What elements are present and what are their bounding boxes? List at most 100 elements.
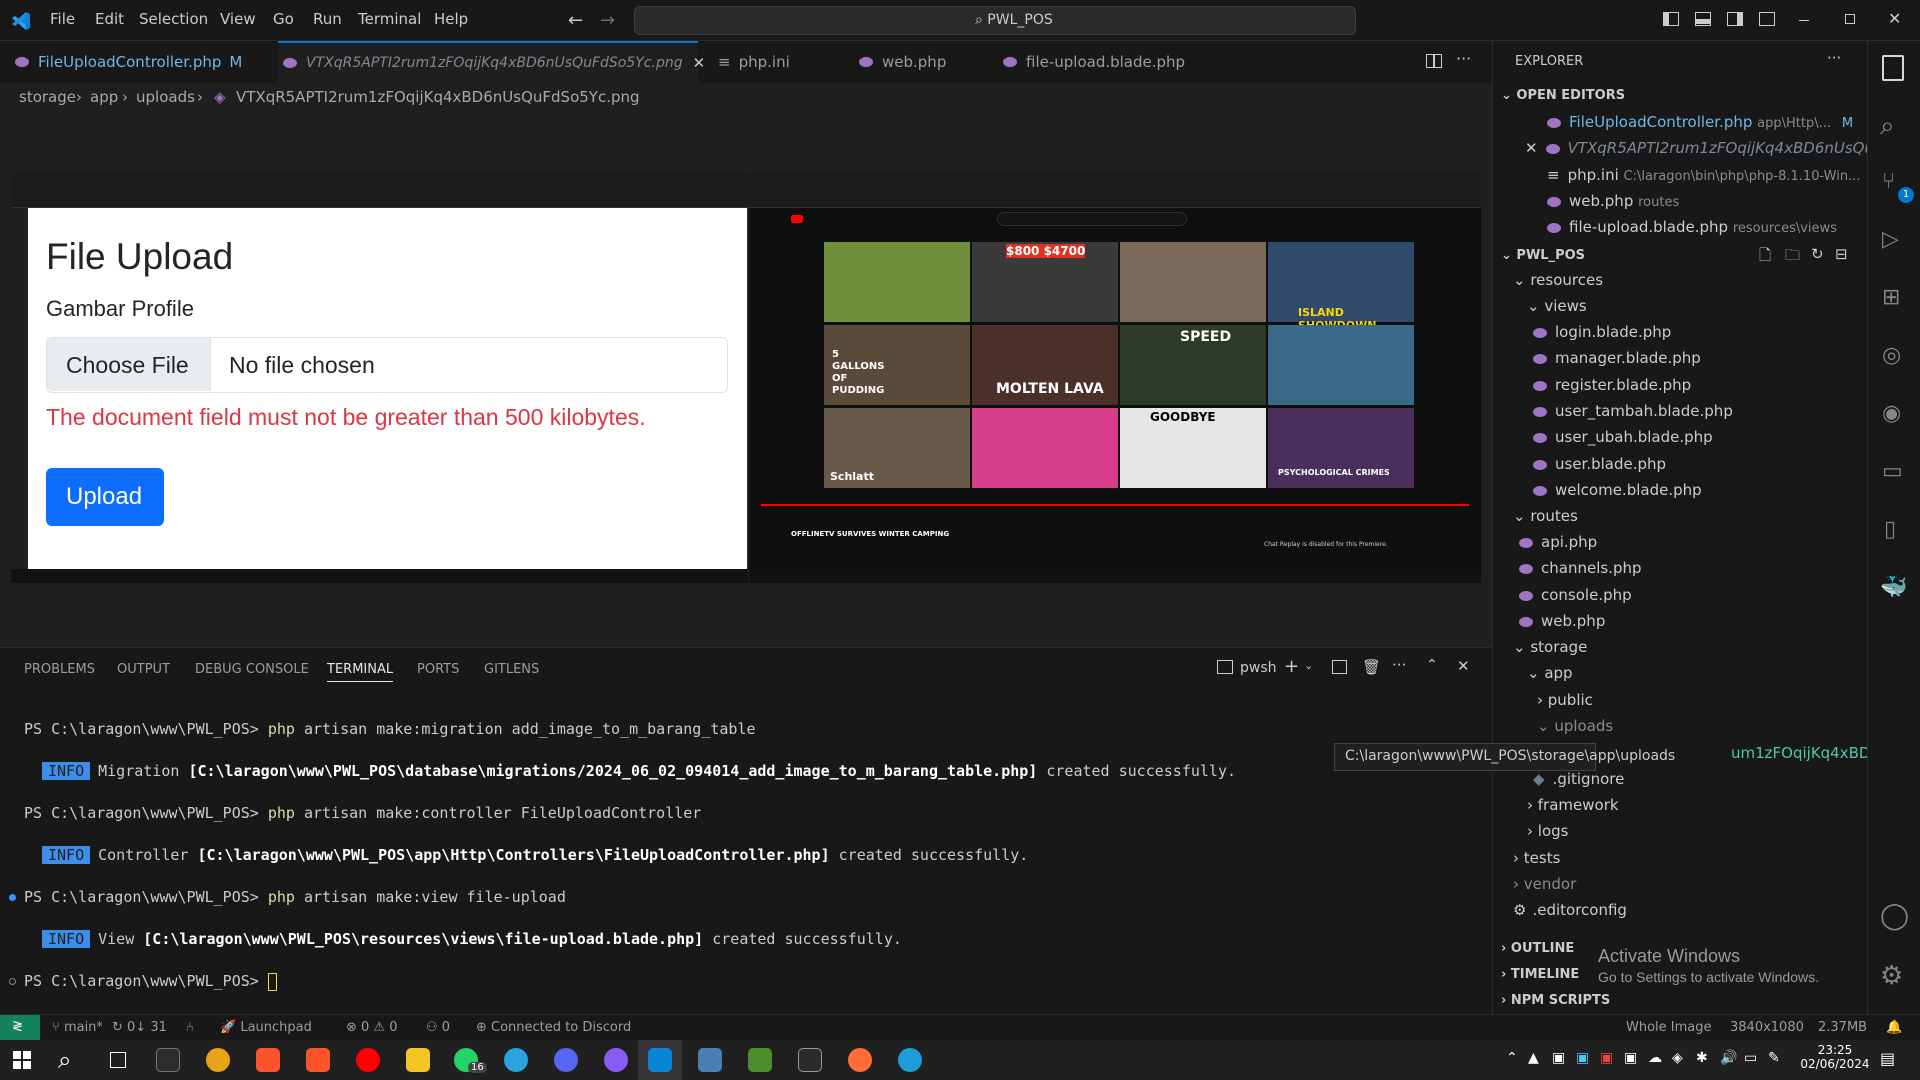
tab-file-upload-blade[interactable]: file-upload.blade.php — [1002, 41, 1222, 83]
new-folder-icon[interactable]: 🗀 — [1785, 245, 1800, 270]
settings-gear-icon[interactable]: ⚙ — [1880, 961, 1903, 991]
brave-icon[interactable] — [306, 1048, 330, 1072]
breadcrumb-storage[interactable]: storage — [19, 88, 76, 106]
close-icon[interactable]: ✕ — [1525, 139, 1538, 157]
youtube-music-icon[interactable] — [356, 1048, 380, 1072]
tree-file[interactable]: web.php — [1519, 612, 1605, 630]
notifications-bell-icon[interactable]: 🔔 — [1886, 1020, 1902, 1035]
cloud-icon[interactable]: ☁ — [1648, 1050, 1662, 1066]
account-icon[interactable]: ◯ — [1880, 901, 1909, 931]
network-icon[interactable]: ▭ — [1744, 1050, 1757, 1066]
tree-folder-uploads[interactable]: ⌄ uploads — [1537, 717, 1613, 735]
open-editors-section[interactable]: ⌄ OPEN EDITORS — [1501, 88, 1625, 103]
tray-app-icon[interactable]: ▣ — [1600, 1050, 1613, 1066]
laragon-icon[interactable] — [898, 1048, 922, 1072]
tree-file[interactable]: user.blade.php — [1533, 455, 1666, 473]
menu-view[interactable]: View — [220, 10, 256, 28]
forward-arrow-icon[interactable]: → — [600, 10, 615, 31]
image-zoom-mode[interactable]: Whole Image — [1626, 1020, 1712, 1035]
telegram-icon[interactable] — [504, 1048, 528, 1072]
refresh-icon[interactable]: ↻ — [1811, 245, 1824, 263]
tab-php-ini[interactable]: ≡ php.ini — [718, 41, 838, 83]
launchpad[interactable]: 🚀 Launchpad — [220, 1020, 312, 1035]
tree-folder-resources[interactable]: ⌄ resources — [1513, 271, 1603, 289]
remote-indicator[interactable]: ≷ — [0, 1015, 40, 1040]
bluetooth-icon[interactable]: ✱ — [1696, 1050, 1708, 1066]
virtual-machine-icon[interactable] — [698, 1048, 722, 1072]
menu-edit[interactable]: Edit — [95, 10, 124, 28]
tree-file[interactable]: channels.php — [1519, 559, 1642, 577]
tree-file[interactable]: api.php — [1519, 533, 1597, 551]
tray-app-icon[interactable]: ▲ — [1528, 1050, 1539, 1066]
clipboard-app-icon[interactable] — [798, 1048, 822, 1072]
tray-app-icon[interactable]: ◈ — [1672, 1050, 1683, 1066]
panel-tab-problems[interactable]: PROBLEMS — [24, 662, 95, 677]
tree-folder-tests[interactable]: › tests — [1513, 849, 1560, 867]
ports-status[interactable]: ⚇ 0 — [426, 1020, 450, 1035]
minimize-icon[interactable] — [1799, 20, 1809, 21]
breadcrumb-uploads[interactable]: uploads — [136, 88, 195, 106]
notification-center-icon[interactable]: ▤ — [1880, 1049, 1895, 1068]
windows-start-icon[interactable] — [13, 1051, 31, 1069]
close-panel-icon[interactable]: ✕ — [1457, 657, 1470, 675]
task-view-icon[interactable] — [110, 1052, 126, 1068]
pen-icon[interactable]: ✎ — [1768, 1050, 1780, 1066]
panel-tab-ports[interactable]: PORTS — [417, 662, 459, 677]
tray-app-icon[interactable]: ▣ — [1552, 1050, 1565, 1066]
menu-run[interactable]: Run — [313, 10, 342, 28]
more-actions-icon[interactable]: ··· — [1456, 49, 1471, 68]
tree-file[interactable]: user_ubah.blade.php — [1533, 428, 1713, 446]
breadcrumb-app[interactable]: app — [90, 88, 118, 106]
tree-file[interactable]: ◆ .gitignore — [1533, 770, 1624, 788]
tray-app-icon[interactable]: ▣ — [1624, 1050, 1637, 1066]
volume-icon[interactable]: 🔊 — [1720, 1050, 1737, 1066]
tree-folder-logs[interactable]: › logs — [1527, 822, 1568, 840]
toggle-secondary-sidebar-icon[interactable] — [1727, 12, 1743, 26]
tab-image-preview[interactable]: VTXqR5APTI2rum1zFOqijKq4xBD6nUsQuFdSo5Yc… — [278, 41, 705, 83]
open-editor-item[interactable]: ≡ php.ini C:\laragon\bin\php\php-8.1.10-W… — [1547, 166, 1860, 184]
toggle-panel-icon[interactable] — [1695, 12, 1711, 26]
npm-scripts-section[interactable]: › NPM SCRIPTS — [1501, 993, 1610, 1008]
open-editor-item-active[interactable]: ✕ VTXqR5APTI2rum1zFOqijKq4xBD6nUsQu... — [1525, 139, 1888, 157]
sync-status[interactable]: ↻ 0↓ 31 — [112, 1020, 167, 1035]
split-editor-icon[interactable] — [1426, 54, 1442, 68]
terminal-app-icon[interactable] — [156, 1048, 180, 1072]
menu-help[interactable]: Help — [434, 10, 468, 28]
problems-status[interactable]: ⊗ 0 ⚠ 0 — [346, 1020, 398, 1035]
more-actions-icon[interactable]: ··· — [1827, 49, 1841, 67]
menu-file[interactable]: File — [50, 10, 75, 28]
tree-folder-storage[interactable]: ⌄ storage — [1513, 638, 1587, 656]
docker-icon[interactable]: 🐳 — [1880, 575, 1907, 600]
tree-file[interactable]: ⚙ .editorconfig — [1513, 901, 1627, 919]
close-tab-icon[interactable]: ✕ — [693, 54, 706, 72]
postman-icon[interactable] — [848, 1048, 872, 1072]
menu-selection[interactable]: Selection — [139, 10, 208, 28]
git-graph-icon[interactable]: ⑃ — [186, 1020, 194, 1035]
github-desktop-icon[interactable] — [604, 1048, 628, 1072]
tab-web-php[interactable]: web.php — [858, 41, 978, 83]
discord-icon[interactable] — [554, 1048, 578, 1072]
minecraft-icon[interactable] — [748, 1048, 772, 1072]
panel-tab-output[interactable]: OUTPUT — [117, 662, 170, 677]
gitlens-icon[interactable]: ◎ — [1882, 343, 1901, 368]
panel-tab-terminal[interactable]: TERMINAL — [327, 662, 394, 682]
terminal-input-line[interactable]: PS C:\laragon\www\PWL_POS> — [24, 972, 277, 991]
vscode-taskbar-icon[interactable] — [648, 1048, 672, 1072]
back-arrow-icon[interactable]: ← — [568, 10, 583, 31]
taskbar-search-icon[interactable]: ⌕ — [58, 1046, 71, 1074]
tree-folder-views[interactable]: ⌄ views — [1527, 297, 1587, 315]
tree-folder-framework[interactable]: › framework — [1527, 796, 1619, 814]
chrome-icon[interactable] — [206, 1048, 230, 1072]
file-explorer-icon[interactable] — [406, 1048, 430, 1072]
shell-name[interactable]: pwsh — [1240, 660, 1277, 676]
tree-file[interactable]: manager.blade.php — [1533, 349, 1701, 367]
run-debug-icon[interactable]: ▷ — [1882, 227, 1899, 252]
menu-go[interactable]: Go — [273, 10, 294, 28]
tree-folder-app[interactable]: ⌄ app — [1527, 664, 1573, 682]
database-icon[interactable]: ▯ — [1884, 517, 1896, 542]
tree-file[interactable]: user_tambah.blade.php — [1533, 402, 1733, 420]
show-hidden-icons-icon[interactable]: ⌃ — [1506, 1050, 1518, 1066]
tree-folder-public[interactable]: › public — [1537, 691, 1593, 709]
outline-section[interactable]: › OUTLINE — [1501, 941, 1574, 956]
tree-folder-vendor[interactable]: › vendor — [1513, 875, 1576, 893]
